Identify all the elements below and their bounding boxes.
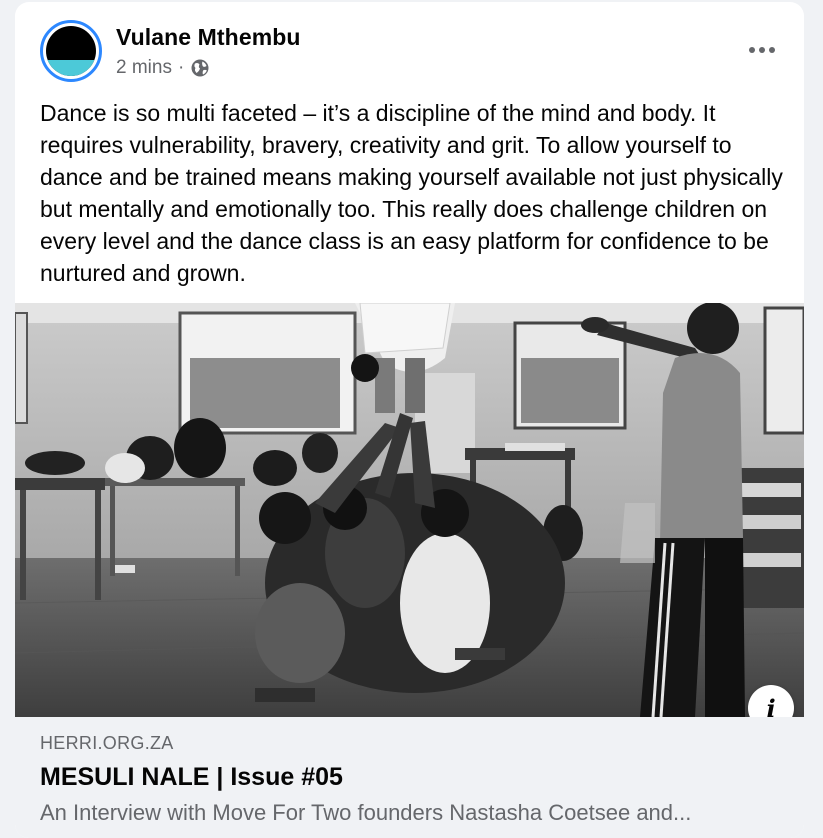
globe-icon[interactable] bbox=[190, 58, 210, 78]
post-text: Dance is so multi faceted – it’s a disci… bbox=[40, 100, 783, 286]
avatar-band bbox=[46, 60, 96, 76]
link-description: An Interview with Move For Two founders … bbox=[40, 800, 692, 825]
post-card: Vulane Mthembu 2 mins · Dance is so mult… bbox=[15, 2, 804, 838]
profile-avatar[interactable] bbox=[40, 20, 102, 82]
post-meta: 2 mins · bbox=[116, 57, 210, 79]
more-dot bbox=[759, 47, 765, 53]
link-preview[interactable]: HERRI.ORG.ZA MESULI NALE | Issue #05 An … bbox=[15, 717, 804, 838]
more-dot bbox=[749, 47, 755, 53]
post-timestamp[interactable]: 2 mins bbox=[116, 57, 172, 79]
author-name[interactable]: Vulane Mthembu bbox=[116, 24, 301, 51]
meta-separator: · bbox=[177, 57, 185, 78]
more-horizontal-icon[interactable] bbox=[742, 38, 782, 62]
link-domain: HERRI.ORG.ZA bbox=[40, 733, 174, 753]
link-title[interactable]: MESULI NALE | Issue #05 bbox=[40, 763, 343, 792]
photo-illustration bbox=[15, 303, 804, 717]
more-dot bbox=[769, 47, 775, 53]
avatar-image bbox=[46, 26, 96, 76]
post-photo[interactable]: i bbox=[15, 303, 804, 717]
